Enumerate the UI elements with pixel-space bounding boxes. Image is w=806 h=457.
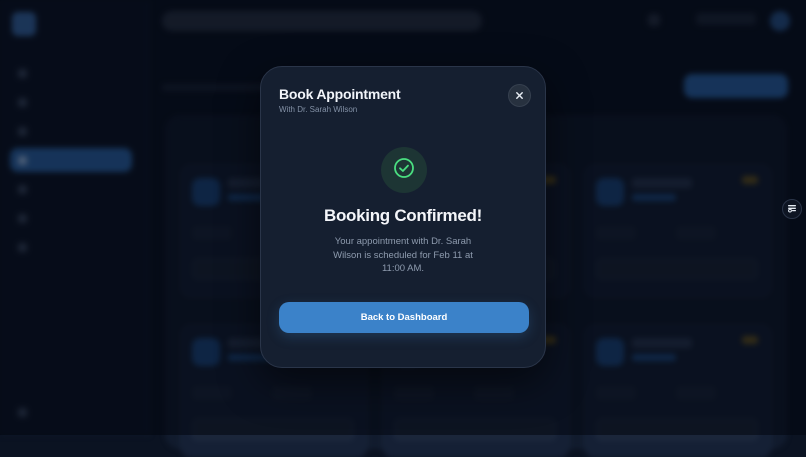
modal-title: Book Appointment [279, 86, 401, 102]
modal-subtitle: With Dr. Sarah Wilson [279, 105, 358, 114]
accessibility-button[interactable] [782, 199, 802, 219]
success-badge [381, 147, 427, 193]
back-to-dashboard-button[interactable]: Back to Dashboard [279, 302, 529, 333]
confirmation-title: Booking Confirmed! [324, 206, 482, 225]
accessibility-icon [787, 203, 797, 215]
check-circle-icon [393, 157, 415, 184]
close-button[interactable] [508, 84, 531, 107]
close-icon [515, 87, 524, 105]
confirmation-message: Your appointment with Dr. Sarah Wilson i… [333, 236, 473, 274]
booking-modal: Book Appointment With Dr. Sarah Wilson B… [260, 66, 546, 368]
